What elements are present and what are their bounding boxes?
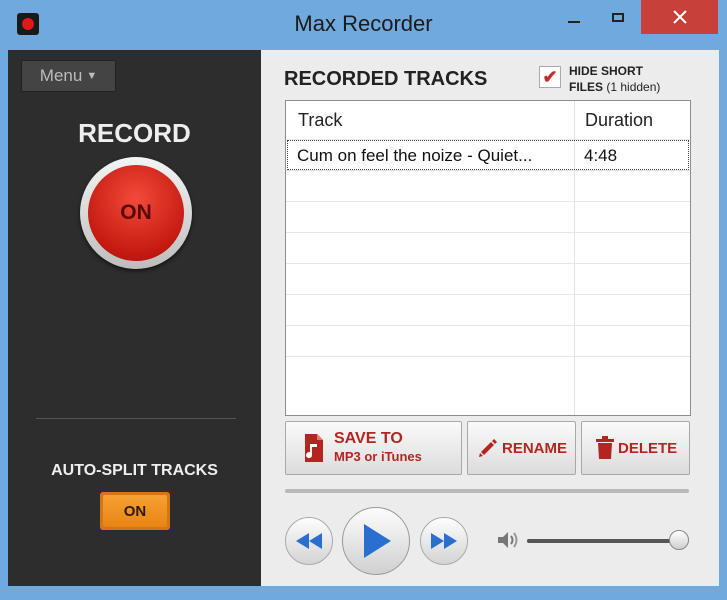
track-duration-cell: 4:48 (584, 145, 618, 165)
play-button[interactable] (342, 507, 410, 575)
fast-forward-icon (431, 533, 457, 549)
trash-icon (596, 436, 614, 459)
previous-button[interactable] (285, 517, 333, 565)
panel-divider (36, 418, 236, 419)
empty-table-row (286, 263, 690, 295)
recorded-tracks-title: RECORDED TRACKS (284, 68, 488, 90)
minimize-icon (568, 21, 580, 23)
save-to-sublabel: MP3 or iTunes (334, 449, 422, 464)
close-button[interactable] (641, 0, 718, 34)
record-state: ON (120, 201, 152, 224)
record-panel: Menu ▼ RECORD ON AUTO-SPLIT TRACKS ON (8, 50, 261, 586)
autosplit-state: ON (103, 495, 167, 527)
volume-slider-thumb[interactable] (669, 530, 689, 550)
hide-short-checkbox[interactable]: ✔ (539, 66, 561, 88)
hide-short-label-line1: HIDE SHORT (569, 64, 644, 78)
volume-slider-fill (527, 539, 677, 543)
volume-slider-track[interactable] (527, 539, 677, 543)
track-name-cell: Cum on feel the noize - Quiet... (297, 145, 533, 165)
tracks-table: Track Duration Cum on feel the noize - Q… (285, 100, 691, 416)
next-button[interactable] (420, 517, 468, 565)
hide-short-label-files: FILES (569, 80, 604, 94)
chevron-down-icon: ▼ (86, 70, 98, 82)
empty-table-row (286, 170, 690, 202)
empty-table-row (286, 356, 690, 388)
autosplit-toggle[interactable]: ON (100, 492, 170, 530)
minimize-button[interactable] (560, 0, 588, 34)
hide-short-label: HIDE SHORT FILES (1 hidden) (569, 63, 660, 95)
pencil-icon (479, 439, 497, 457)
save-to-button[interactable]: SAVE TO MP3 or iTunes (285, 421, 462, 475)
rewind-icon (296, 533, 322, 549)
checkmark-icon: ✔ (542, 66, 558, 87)
volume-icon (498, 532, 518, 548)
record-title: RECORD (78, 118, 191, 148)
autosplit-label: AUTO-SPLIT TRACKS (51, 462, 218, 479)
menu-button[interactable]: Menu ▼ (21, 60, 116, 92)
music-file-icon (305, 434, 323, 462)
column-header-duration[interactable]: Duration (585, 101, 653, 139)
maximize-button[interactable] (602, 0, 634, 34)
tracks-panel: RECORDED TRACKS ✔ HIDE SHORT FILES (1 hi… (261, 50, 719, 586)
play-icon (364, 524, 391, 558)
record-button[interactable]: ON (80, 157, 192, 269)
app-window: Max Recorder Menu ▼ RECORD ON AUTO-SPLIT… (0, 0, 727, 600)
menu-label: Menu (39, 66, 83, 85)
title-bar[interactable]: Max Recorder (0, 0, 727, 50)
empty-table-row (286, 325, 690, 357)
table-row[interactable]: Cum on feel the noize - Quiet... 4:48 (286, 139, 690, 171)
maximize-icon (612, 12, 624, 22)
delete-button[interactable]: DELETE (581, 421, 690, 475)
delete-label: DELETE (618, 439, 678, 457)
hide-short-label-count: (1 hidden) (603, 80, 661, 94)
rename-label: RENAME (502, 439, 568, 457)
close-icon (672, 10, 687, 24)
empty-table-row (286, 294, 690, 326)
save-to-label: SAVE TO (334, 430, 403, 447)
column-header-track[interactable]: Track (298, 101, 342, 139)
progress-separator (285, 489, 689, 493)
empty-table-row (286, 232, 690, 264)
rename-button[interactable]: RENAME (467, 421, 576, 475)
empty-table-row (286, 201, 690, 233)
